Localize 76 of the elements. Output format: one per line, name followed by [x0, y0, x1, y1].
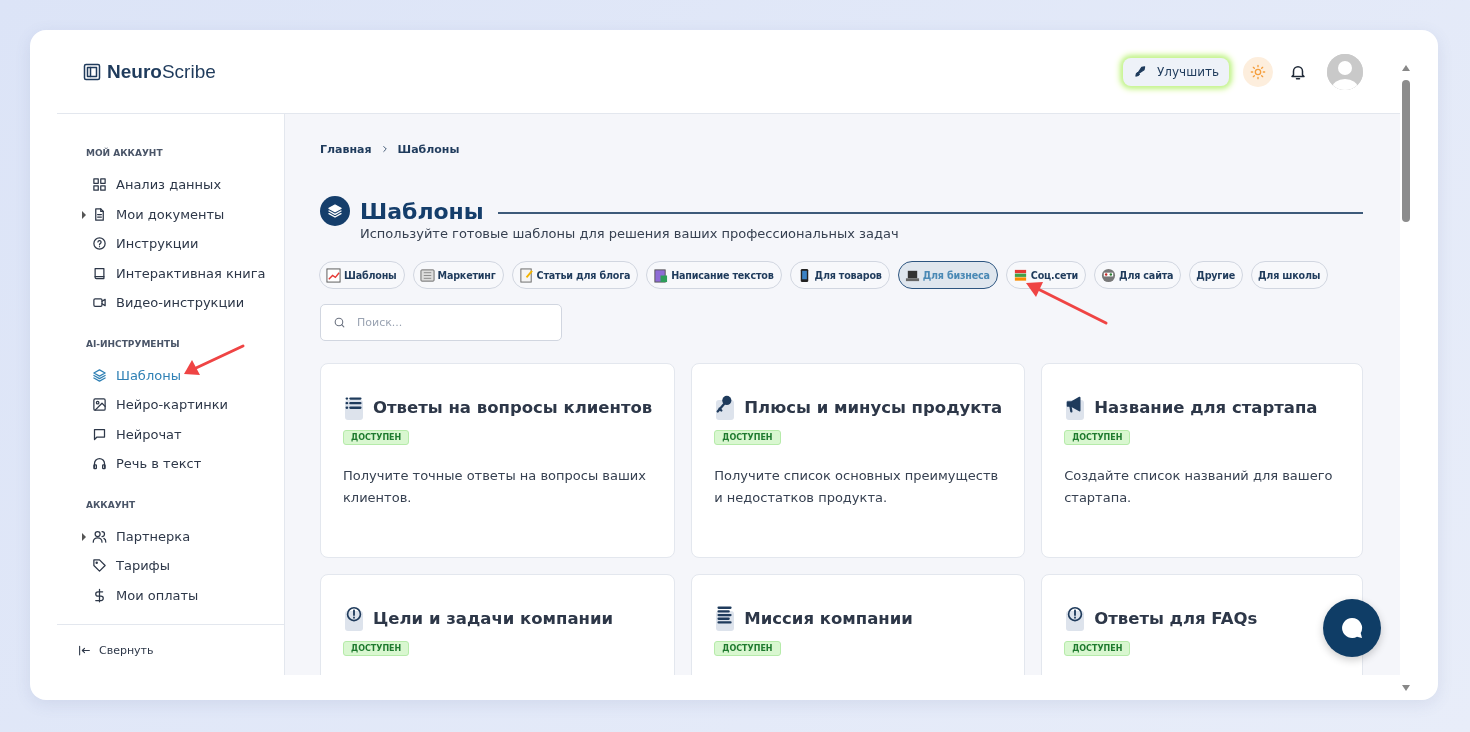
status-badge: ДОСТУПЕН — [1064, 430, 1131, 445]
status-badge: ДОСТУПЕН — [343, 641, 410, 656]
status-badge: ДОСТУПЕН — [714, 641, 781, 656]
mask-icon — [1101, 267, 1117, 283]
category-chip[interactable]: Соц.сети — [1005, 261, 1087, 289]
tag-icon — [92, 558, 107, 574]
document-icon — [92, 206, 107, 222]
books-icon — [1012, 267, 1028, 283]
status-badge: ДОСТУПЕН — [343, 430, 410, 445]
brand-name: NeuroScribe — [107, 60, 216, 83]
category-chip[interactable]: Статьи для блога — [511, 261, 639, 289]
card-title[interactable]: Ответы на вопросы клиентов — [373, 397, 653, 417]
theme-toggle[interactable] — [1243, 56, 1273, 87]
annotation-arrow — [184, 344, 245, 375]
card-title[interactable]: Цели и задачи компании — [373, 608, 614, 628]
section-heading: AI-ИНСТРУМЕНТЫ — [86, 338, 181, 351]
category-chip[interactable]: Написание текстов — [646, 261, 782, 289]
sidebar-item[interactable]: Анализ данных — [82, 170, 284, 200]
card-description: Создайте список названий для вашего стартапа. — [1064, 467, 1334, 507]
breadcrumb-link[interactable]: Главная — [320, 142, 372, 156]
upgrade-button[interactable]: Улучшить — [1123, 57, 1229, 86]
sidebar-item[interactable]: Речь в текст — [82, 449, 284, 479]
category-chip[interactable]: Другие — [1189, 261, 1243, 289]
status-badge: ДОСТУПЕН — [1064, 641, 1131, 656]
category-chip[interactable]: Для сайта — [1094, 261, 1182, 289]
collapse-icon — [78, 643, 91, 657]
book-icon — [92, 265, 107, 281]
status-badge: ДОСТУПЕН — [714, 430, 781, 445]
help-icon — [92, 236, 107, 252]
caret-icon — [82, 210, 86, 219]
section-heading: МОЙ АККАУНТ — [86, 148, 164, 160]
page-subtitle: Используйте готовые шаблоны для решения ваших профессиональных задач — [360, 226, 900, 241]
card-title[interactable]: Плюсы и минусы продукта — [744, 397, 1003, 417]
category-chip[interactable]: Шаблоны — [319, 261, 405, 289]
card-description: Получите список основных преимуществ и недостатков продукта. — [714, 467, 1000, 507]
search-field[interactable]: Поиск... — [320, 304, 562, 341]
card-title[interactable]: Ответы для FAQs — [1094, 608, 1258, 628]
image-icon — [92, 397, 107, 413]
sun-icon — [1250, 63, 1266, 80]
headphones-icon — [92, 456, 107, 472]
sidebar-item[interactable]: Нейро-картинки — [82, 390, 284, 420]
card-title[interactable]: Миссия компании — [744, 608, 913, 628]
dollar-icon — [92, 587, 107, 603]
breadcrumb-current: Шаблоны — [397, 142, 460, 156]
category-chip[interactable]: Маркетинг — [412, 261, 504, 289]
card-title[interactable]: Название для стартапа — [1094, 397, 1318, 417]
chart-icon — [326, 267, 341, 283]
layers-icon — [92, 367, 107, 383]
layers-badge-icon — [320, 196, 350, 226]
logo[interactable]: NeuroScribe — [83, 60, 216, 83]
sidebar-item[interactable]: Видео-инструкции — [82, 288, 284, 318]
category-chip[interactable]: Для товаров — [789, 261, 890, 289]
sidebar-item[interactable]: Нейрочат — [82, 419, 284, 449]
clipboard-icon — [653, 267, 669, 283]
card-description: Получите точные ответы на вопросы ваших клиентов. — [343, 467, 647, 507]
notepad-icon — [518, 267, 534, 283]
sidebar-item[interactable]: Интерактивная книга — [82, 258, 284, 288]
sidebar-item[interactable]: Тарифы — [82, 551, 284, 581]
category-chip[interactable]: Для школы — [1251, 261, 1329, 289]
chat-bubble-icon — [1340, 616, 1364, 640]
chat-icon — [92, 426, 107, 442]
logo-icon — [83, 62, 101, 81]
sidebar-item[interactable]: Партнерка — [82, 521, 284, 551]
newspaper-icon — [419, 267, 435, 283]
sidebar-item[interactable]: Мои оплаты — [82, 580, 284, 610]
search-icon — [333, 316, 346, 329]
grid-icon — [92, 177, 107, 193]
collapse-button[interactable]: Свернуть — [57, 624, 284, 675]
sidebar-item[interactable]: Шаблоны — [82, 360, 284, 390]
page-title: Шаблоны — [360, 198, 484, 224]
users-icon — [92, 528, 107, 544]
scrollbar[interactable] — [1400, 65, 1412, 691]
caret-icon — [82, 532, 86, 541]
section-heading: АККАУНТ — [86, 499, 137, 512]
sidebar-item[interactable]: Мои документы — [82, 199, 284, 229]
sidebar-item[interactable]: Инструкции — [82, 229, 284, 259]
